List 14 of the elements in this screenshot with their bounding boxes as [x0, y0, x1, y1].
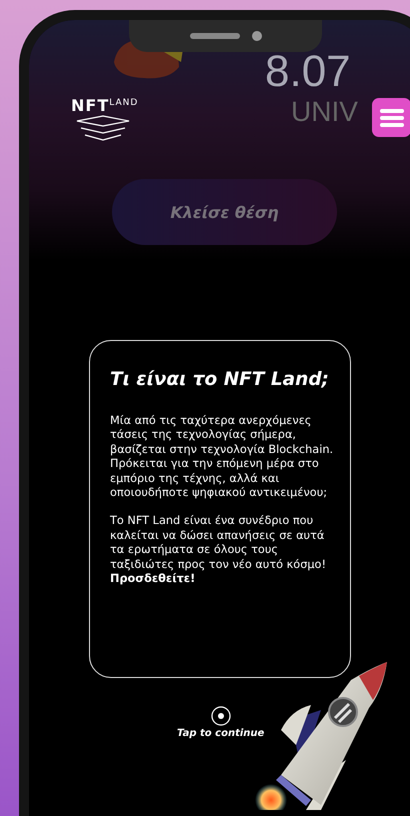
card-paragraph: Μία από τις ταχύτερα ανερχόμενες τάσεις της τεχνολογίας σήμερα, βασίζεται στην τεχνολογία Blockchain. Πρόκειται για την επόμενη μέρα στο εμπόριο της τέχνης, αλλά και οποιουδήποτε ψηφιακού αντικειμένου; [110, 414, 334, 500]
card-title: Τι είναι το NFT Land; [110, 369, 330, 390]
card-paragraph: Το NFT Land είναι ένα συνέδριο που καλείται να δώσει απανήσεις σε αυτά τα ερωτήματα σε όλους τους ταξιδιώτες προς τον νέο αυτό κόσμο! Προσδεθείτε! [110, 514, 327, 586]
menu-icon [380, 108, 404, 128]
background-word: UNIV [291, 96, 358, 128]
tap-icon [210, 706, 231, 726]
logo-subtext: LAND [109, 98, 138, 108]
tap-to-continue-text: Tap to continue [177, 728, 264, 739]
speaker-icon [190, 33, 240, 39]
camera-icon [252, 31, 262, 41]
book-seat-button[interactable]: Κλείσε θέση [112, 179, 337, 245]
menu-button[interactable] [372, 98, 410, 137]
logo-text: NFT [71, 98, 110, 114]
background-date: 8.07 [265, 50, 351, 94]
